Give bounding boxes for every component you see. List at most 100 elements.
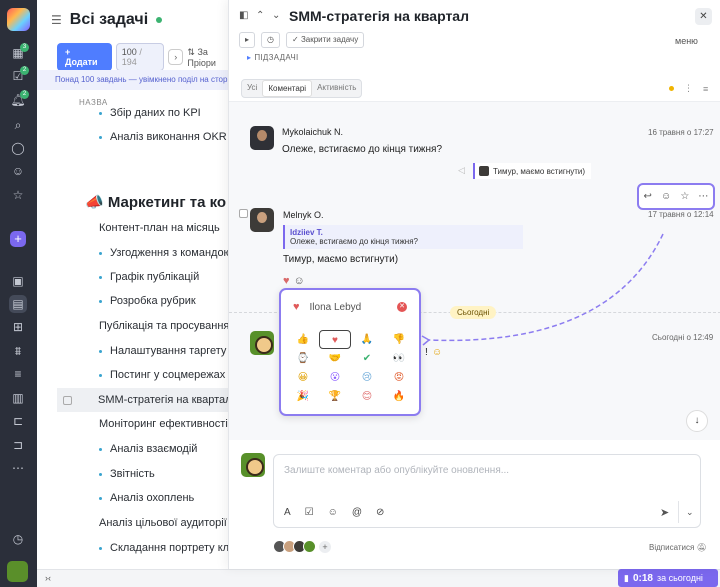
- list-item-label: Аналіз виконання OKR: [110, 131, 227, 143]
- emoji-option[interactable]: 😡: [383, 368, 415, 387]
- hamburger-icon[interactable]: ☰: [51, 13, 62, 27]
- emoji-option[interactable]: 😢: [351, 368, 383, 387]
- comment-text: Тимур, маємо встигнути): [283, 254, 399, 265]
- emoji-option[interactable]: 🔥: [383, 387, 415, 406]
- left-rail: ▦ 3 ☑ 2 🔔︎ 2 ⌕ ◯ ☺ ☆ + ▣ ▤ ⊞ ⩩ ≡ ▥ ⊏ ⊐ ⋯…: [0, 0, 37, 587]
- table-icon[interactable]: ▤: [9, 295, 27, 313]
- unsubscribe-label: Відписатися: [649, 543, 695, 552]
- mention-icon[interactable]: @: [352, 507, 362, 518]
- start-button[interactable]: ▸: [239, 32, 256, 48]
- avatar: [241, 453, 265, 477]
- emoji-icon[interactable]: ☺: [328, 507, 338, 518]
- text-format-icon[interactable]: A: [284, 507, 291, 518]
- emoji-icon[interactable]: ☺: [661, 191, 671, 202]
- emoji-option[interactable]: 🤝: [319, 349, 351, 368]
- add-watcher-icon[interactable]: +: [319, 540, 331, 553]
- scroll-down-button[interactable]: ↓: [686, 410, 708, 432]
- add-reaction-icon[interactable]: ☺: [294, 275, 305, 287]
- app-logo-icon[interactable]: [7, 8, 30, 31]
- more-icon[interactable]: ⋯: [9, 459, 27, 477]
- star-icon[interactable]: ☆: [680, 191, 689, 202]
- subtasks-toggle[interactable]: ▸ ПІДЗАДАЧІ: [247, 53, 299, 62]
- search-icon[interactable]: ⌕: [9, 116, 27, 134]
- briefcase-icon[interactable]: ▣: [9, 272, 27, 290]
- checklist-icon[interactable]: ☑: [305, 507, 314, 518]
- more-vertical-icon[interactable]: ⋮: [684, 83, 693, 94]
- people-icon[interactable]: ☺: [9, 162, 27, 180]
- prev-task-icon[interactable]: ⌃: [256, 10, 264, 21]
- emoji-option[interactable]: 😊: [351, 387, 383, 406]
- emoji-option[interactable]: ⌚: [287, 349, 319, 368]
- reactor-name: Ilona Lebyd: [309, 301, 362, 313]
- tab-all[interactable]: Усі: [242, 80, 262, 97]
- avatar[interactable]: [250, 126, 274, 150]
- board-icon[interactable]: ⊞: [9, 318, 27, 336]
- unsubscribe-link[interactable]: Відписатися 🔕︎: [649, 543, 707, 552]
- remove-reaction-icon[interactable]: ✕: [397, 302, 407, 312]
- next-task-icon[interactable]: ⌄: [272, 10, 280, 21]
- avatar: [303, 540, 316, 553]
- timer-button[interactable]: ◷: [261, 32, 280, 48]
- hierarchy-icon[interactable]: ⊏: [9, 412, 27, 430]
- time-tracker[interactable]: ▮ 0:18 за сьогодні: [618, 569, 718, 587]
- close-icon[interactable]: ✕: [695, 8, 712, 25]
- quoted-comment[interactable]: Idziiev T. Олеже, встигаємо до кінця тиж…: [283, 225, 523, 249]
- more-icon[interactable]: ⋯: [698, 191, 708, 202]
- tab-comments[interactable]: Коментарі: [262, 80, 313, 97]
- comment-composer[interactable]: Залиште коментар або опублікуйте оновлен…: [273, 454, 701, 528]
- reply-icon[interactable]: ↩: [644, 191, 652, 202]
- watchers[interactable]: +: [273, 540, 331, 553]
- clock-icon[interactable]: ◷: [9, 530, 27, 548]
- comment-author[interactable]: Melnyk O.: [283, 210, 324, 220]
- chart-icon[interactable]: ▥: [9, 389, 27, 407]
- sort-label: За Пріори: [187, 46, 216, 68]
- emoji-option[interactable]: ✔: [351, 349, 383, 368]
- tab-activity[interactable]: Активність: [312, 80, 361, 97]
- list-item-label: Налаштування таргету: [110, 345, 227, 357]
- avatar[interactable]: [250, 331, 274, 355]
- chat-icon[interactable]: ◯: [9, 139, 27, 157]
- emoji-option[interactable]: 🎉: [287, 387, 319, 406]
- section-title[interactable]: 📣 Маркетинг та ко: [85, 193, 226, 211]
- emoji-option[interactable]: 🙏: [351, 330, 383, 349]
- reply-reference[interactable]: Тимур, маємо встигнути): [473, 163, 592, 179]
- collapse-sidebar-icon[interactable]: ›‹: [45, 573, 51, 583]
- close-task-button[interactable]: ✓ Закрити задачу: [286, 32, 365, 48]
- next-page-button[interactable]: ›: [167, 49, 184, 65]
- pager[interactable]: 100 / 194: [115, 43, 164, 71]
- emoji-option[interactable]: 😀: [287, 368, 319, 387]
- send-icon[interactable]: ➤: [660, 506, 669, 519]
- list-toolbar: + Додати 100 / 194 › ⇅ За Пріори: [57, 43, 237, 71]
- emoji-option-selected[interactable]: ♥: [319, 330, 351, 349]
- filter-icon[interactable]: ⩩: [9, 342, 27, 360]
- menu-button[interactable]: меню: [675, 36, 698, 46]
- create-button[interactable]: +: [10, 231, 26, 247]
- task-title[interactable]: SMM-стратегія на квартал: [289, 8, 469, 24]
- emoji-option[interactable]: 👀: [383, 349, 415, 368]
- filter-lines-icon[interactable]: ≡: [703, 84, 708, 94]
- comment-author[interactable]: Mykolaichuk N.: [282, 127, 343, 137]
- timer-label: за сьогодні: [656, 573, 703, 583]
- emoji-option[interactable]: 👎: [383, 330, 415, 349]
- date-badge: Сьогодні: [450, 306, 497, 319]
- row-checkbox[interactable]: [63, 395, 72, 405]
- caret-right-icon: ▸: [247, 53, 252, 62]
- emoji-option[interactable]: 🏆: [319, 387, 351, 406]
- panel-toggle-icon[interactable]: ◧: [239, 10, 248, 21]
- star-icon[interactable]: ☆: [9, 186, 27, 204]
- attach-icon[interactable]: ⊘: [376, 507, 384, 518]
- comment-input[interactable]: Залиште коментар або опублікуйте оновлен…: [284, 465, 509, 476]
- timeline-icon[interactable]: ≡: [9, 365, 27, 383]
- timer-value: 0:18: [632, 572, 653, 584]
- emoji-option[interactable]: 😮: [319, 368, 351, 387]
- chevron-down-icon[interactable]: ⌄: [686, 507, 694, 518]
- list-item-selected[interactable]: SMM-стратегія на квартал: [57, 388, 247, 412]
- comments-feed: Mykolaichuk N. 16 травня о 17:27 Олеже, …: [229, 102, 720, 440]
- avatar[interactable]: [250, 208, 274, 232]
- heart-icon[interactable]: ♥: [283, 275, 290, 287]
- structure-icon[interactable]: ⊐: [9, 436, 27, 454]
- add-button[interactable]: + Додати: [57, 43, 112, 71]
- comment-checkbox[interactable]: [239, 209, 248, 218]
- user-avatar[interactable]: [7, 561, 28, 582]
- emoji-option[interactable]: 👍: [287, 330, 319, 349]
